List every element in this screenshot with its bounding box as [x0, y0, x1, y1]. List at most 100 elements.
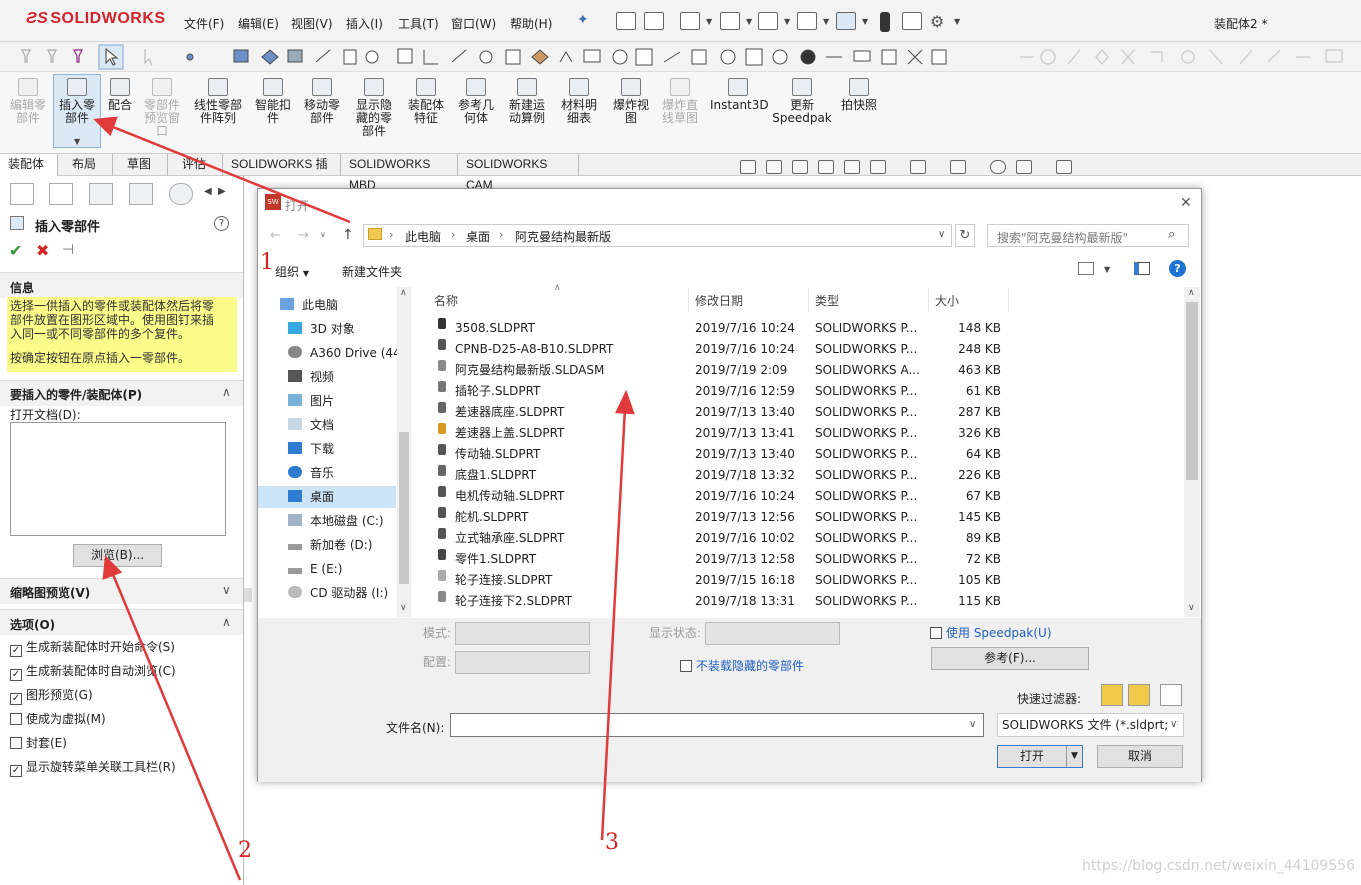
open-button[interactable]: 打开 ▼	[997, 745, 1083, 768]
mate-button[interactable]: 配合	[103, 78, 137, 112]
menu-tools[interactable]: 工具(T)	[398, 15, 439, 32]
panel-tab-scroll-left-icon[interactable]: ◀	[204, 186, 212, 197]
new-document-icon[interactable]	[644, 12, 664, 30]
file-row[interactable]: 阿克曼结构最新版.SLDASM 2019/7/19 2:09 SOLIDWORKS …	[414, 360, 1184, 381]
file-row[interactable]: 差速器底座.SLDPRT 2019/7/13 13:40 SOLIDWORKS P.…	[414, 402, 1184, 423]
cancel-x-icon[interactable]: ✖	[36, 241, 49, 260]
nav-item-music[interactable]: 音乐	[288, 462, 404, 484]
select-cursor-icon[interactable]	[836, 12, 856, 30]
dynamic-annotation-icon[interactable]	[844, 160, 860, 174]
open-documents-list[interactable]	[10, 422, 226, 536]
option-start-command[interactable]: ✓ 生成新装配体时开始命令(S)	[10, 638, 175, 657]
forward-arrow-icon[interactable]: →	[298, 228, 309, 243]
open-icon[interactable]	[680, 12, 700, 30]
help-icon[interactable]: ?	[214, 216, 229, 231]
file-row[interactable]: 舵机.SLDPRT 2019/7/13 12:56 SOLIDWORKS P... 1…	[414, 507, 1184, 528]
filter-assemblies-icon[interactable]	[1128, 684, 1150, 706]
component-preview-button[interactable]: 零部件 预览窗 口	[138, 78, 186, 138]
nav-item-volume-d[interactable]: 新加卷 (D:)	[288, 534, 404, 556]
nav-item-a360-drive[interactable]: A360 Drive (44	[288, 342, 404, 364]
edit-component-button[interactable]: 编辑零 部件	[6, 78, 50, 125]
no-hidden-components-option[interactable]: 不装载隐藏的零部件	[680, 657, 804, 674]
take-snapshot-button[interactable]: 拍快照	[836, 78, 882, 112]
exploded-view-button[interactable]: 爆炸视 图	[608, 78, 654, 125]
assembly-features-button[interactable]: 装配体 特征	[403, 78, 449, 125]
new-motion-study-button[interactable]: 新建运 动算例	[504, 78, 550, 125]
checkbox-checked-icon[interactable]: ✓	[10, 645, 22, 657]
gear-icon[interactable]: ⚙	[930, 12, 944, 31]
pin-icon[interactable]: ✦	[577, 12, 589, 28]
print-dropdown-icon[interactable]: ▼	[784, 17, 790, 26]
nav-item-drive-e[interactable]: E (E:)	[288, 558, 404, 580]
nav-scrollbar-thumb[interactable]	[399, 432, 409, 584]
options-collapse-chevron-icon[interactable]: ∧	[222, 615, 231, 629]
column-size[interactable]: 大小	[935, 292, 959, 309]
file-row[interactable]: 插轮子.SLDPRT 2019/7/16 12:59 SOLIDWORKS P...…	[414, 381, 1184, 402]
nav-item-local-disk-c[interactable]: 本地磁盘 (C:)	[288, 510, 404, 532]
search-icon[interactable]: ⌕	[1168, 227, 1175, 242]
ok-check-icon[interactable]: ✔	[9, 241, 22, 260]
menu-window[interactable]: 窗口(W)	[451, 15, 496, 32]
references-button[interactable]: 参考(F)...	[931, 647, 1089, 670]
nav-item-3d-objects[interactable]: 3D 对象	[288, 318, 404, 340]
column-type[interactable]: 类型	[815, 292, 839, 309]
display-style-icon[interactable]	[910, 160, 926, 174]
configuration-manager-tab-icon[interactable]	[89, 183, 113, 205]
column-separator[interactable]	[808, 288, 809, 312]
save-dropdown-icon[interactable]: ▼	[746, 17, 752, 26]
display-manager-tab-icon[interactable]	[169, 183, 193, 205]
zoom-to-area-icon[interactable]	[766, 160, 782, 174]
checkbox-unchecked-icon[interactable]	[10, 713, 22, 725]
file-row[interactable]: CPNB-D25-A8-B10.SLDPRT 2019/7/16 10:24 SOL…	[414, 339, 1184, 360]
info-section-header[interactable]	[0, 272, 243, 298]
insert-component-dropdown-icon[interactable]: ▼	[74, 137, 80, 146]
tab-layout[interactable]: 布局	[58, 154, 113, 176]
scroll-down-icon[interactable]: ∨	[1188, 603, 1195, 613]
instant3d-button[interactable]: Instant3D	[710, 78, 769, 112]
tab-sketch[interactable]: 草图	[113, 154, 168, 176]
reference-geometry-button[interactable]: 参考几 何体	[453, 78, 499, 125]
dimxpert-tab-icon[interactable]	[129, 183, 153, 205]
options-dropdown-icon[interactable]: ▼	[954, 17, 960, 26]
column-separator[interactable]	[928, 288, 929, 312]
undo-icon[interactable]	[797, 12, 817, 30]
explode-line-sketch-button[interactable]: 爆炸直 线草图	[656, 78, 704, 125]
column-name[interactable]: 名称	[434, 292, 458, 309]
checkbox-unchecked-icon[interactable]	[680, 660, 692, 672]
tab-solidworks-addins[interactable]: SOLIDWORKS 插件	[223, 154, 341, 192]
filetype-dropdown-icon[interactable]: ∨	[1170, 719, 1178, 730]
column-separator[interactable]	[688, 288, 689, 312]
up-arrow-icon[interactable]: ↑	[342, 227, 354, 243]
linear-pattern-button[interactable]: 线性零部 件阵列	[189, 78, 247, 125]
checkbox-checked-icon[interactable]: ✓	[10, 693, 22, 705]
file-row[interactable]: 轮子连接下2.SLDPRT 2019/7/18 13:31 SOLIDWORKS P…	[414, 591, 1184, 612]
refresh-icon[interactable]: ↻	[955, 224, 975, 247]
pushpin-icon[interactable]: ⊣	[62, 242, 74, 258]
option-auto-browse[interactable]: ✓ 生成新装配体时自动浏览(C)	[10, 662, 176, 681]
property-manager-tab-icon[interactable]	[49, 183, 73, 205]
breadcrumb-this-pc[interactable]: 此电脑	[405, 228, 441, 245]
configuration-select[interactable]	[455, 651, 590, 674]
cancel-button[interactable]: 取消	[1097, 745, 1183, 768]
menu-file[interactable]: 文件(F)	[184, 15, 224, 32]
close-icon[interactable]: ✕	[1180, 195, 1192, 211]
panel-tab-scroll-right-icon[interactable]: ▶	[218, 186, 226, 197]
menu-edit[interactable]: 编辑(E)	[238, 15, 279, 32]
show-hidden-button[interactable]: 显示隐 藏的零 部件	[351, 78, 397, 138]
file-row[interactable]: 电机传动轴.SLDPRT 2019/7/16 10:24 SOLIDWORKS P.…	[414, 486, 1184, 507]
nav-item-cd-drive[interactable]: CD 驱动器 (I:)	[288, 582, 404, 604]
menu-view[interactable]: 视图(V)	[291, 15, 333, 32]
panel-splitter-handle[interactable]	[244, 588, 252, 602]
toolbar-icons[interactable]	[0, 42, 1361, 72]
option-make-virtual[interactable]: 使成为虚拟(M)	[10, 710, 106, 727]
file-properties-icon[interactable]	[902, 12, 922, 30]
print-icon[interactable]	[758, 12, 778, 30]
column-modified[interactable]: 修改日期	[695, 292, 743, 309]
undo-dropdown-icon[interactable]: ▼	[823, 17, 829, 26]
filter-parts-icon[interactable]	[1101, 684, 1123, 706]
save-icon[interactable]	[720, 12, 740, 30]
nav-item-desktop[interactable]: 桌面	[258, 486, 396, 508]
file-row[interactable]: 3508.SLDPRT 2019/7/16 10:24 SOLIDWORKS P..…	[414, 318, 1184, 339]
mode-select[interactable]	[455, 622, 590, 645]
open-split-dropdown-icon[interactable]: ▼	[1066, 746, 1082, 767]
